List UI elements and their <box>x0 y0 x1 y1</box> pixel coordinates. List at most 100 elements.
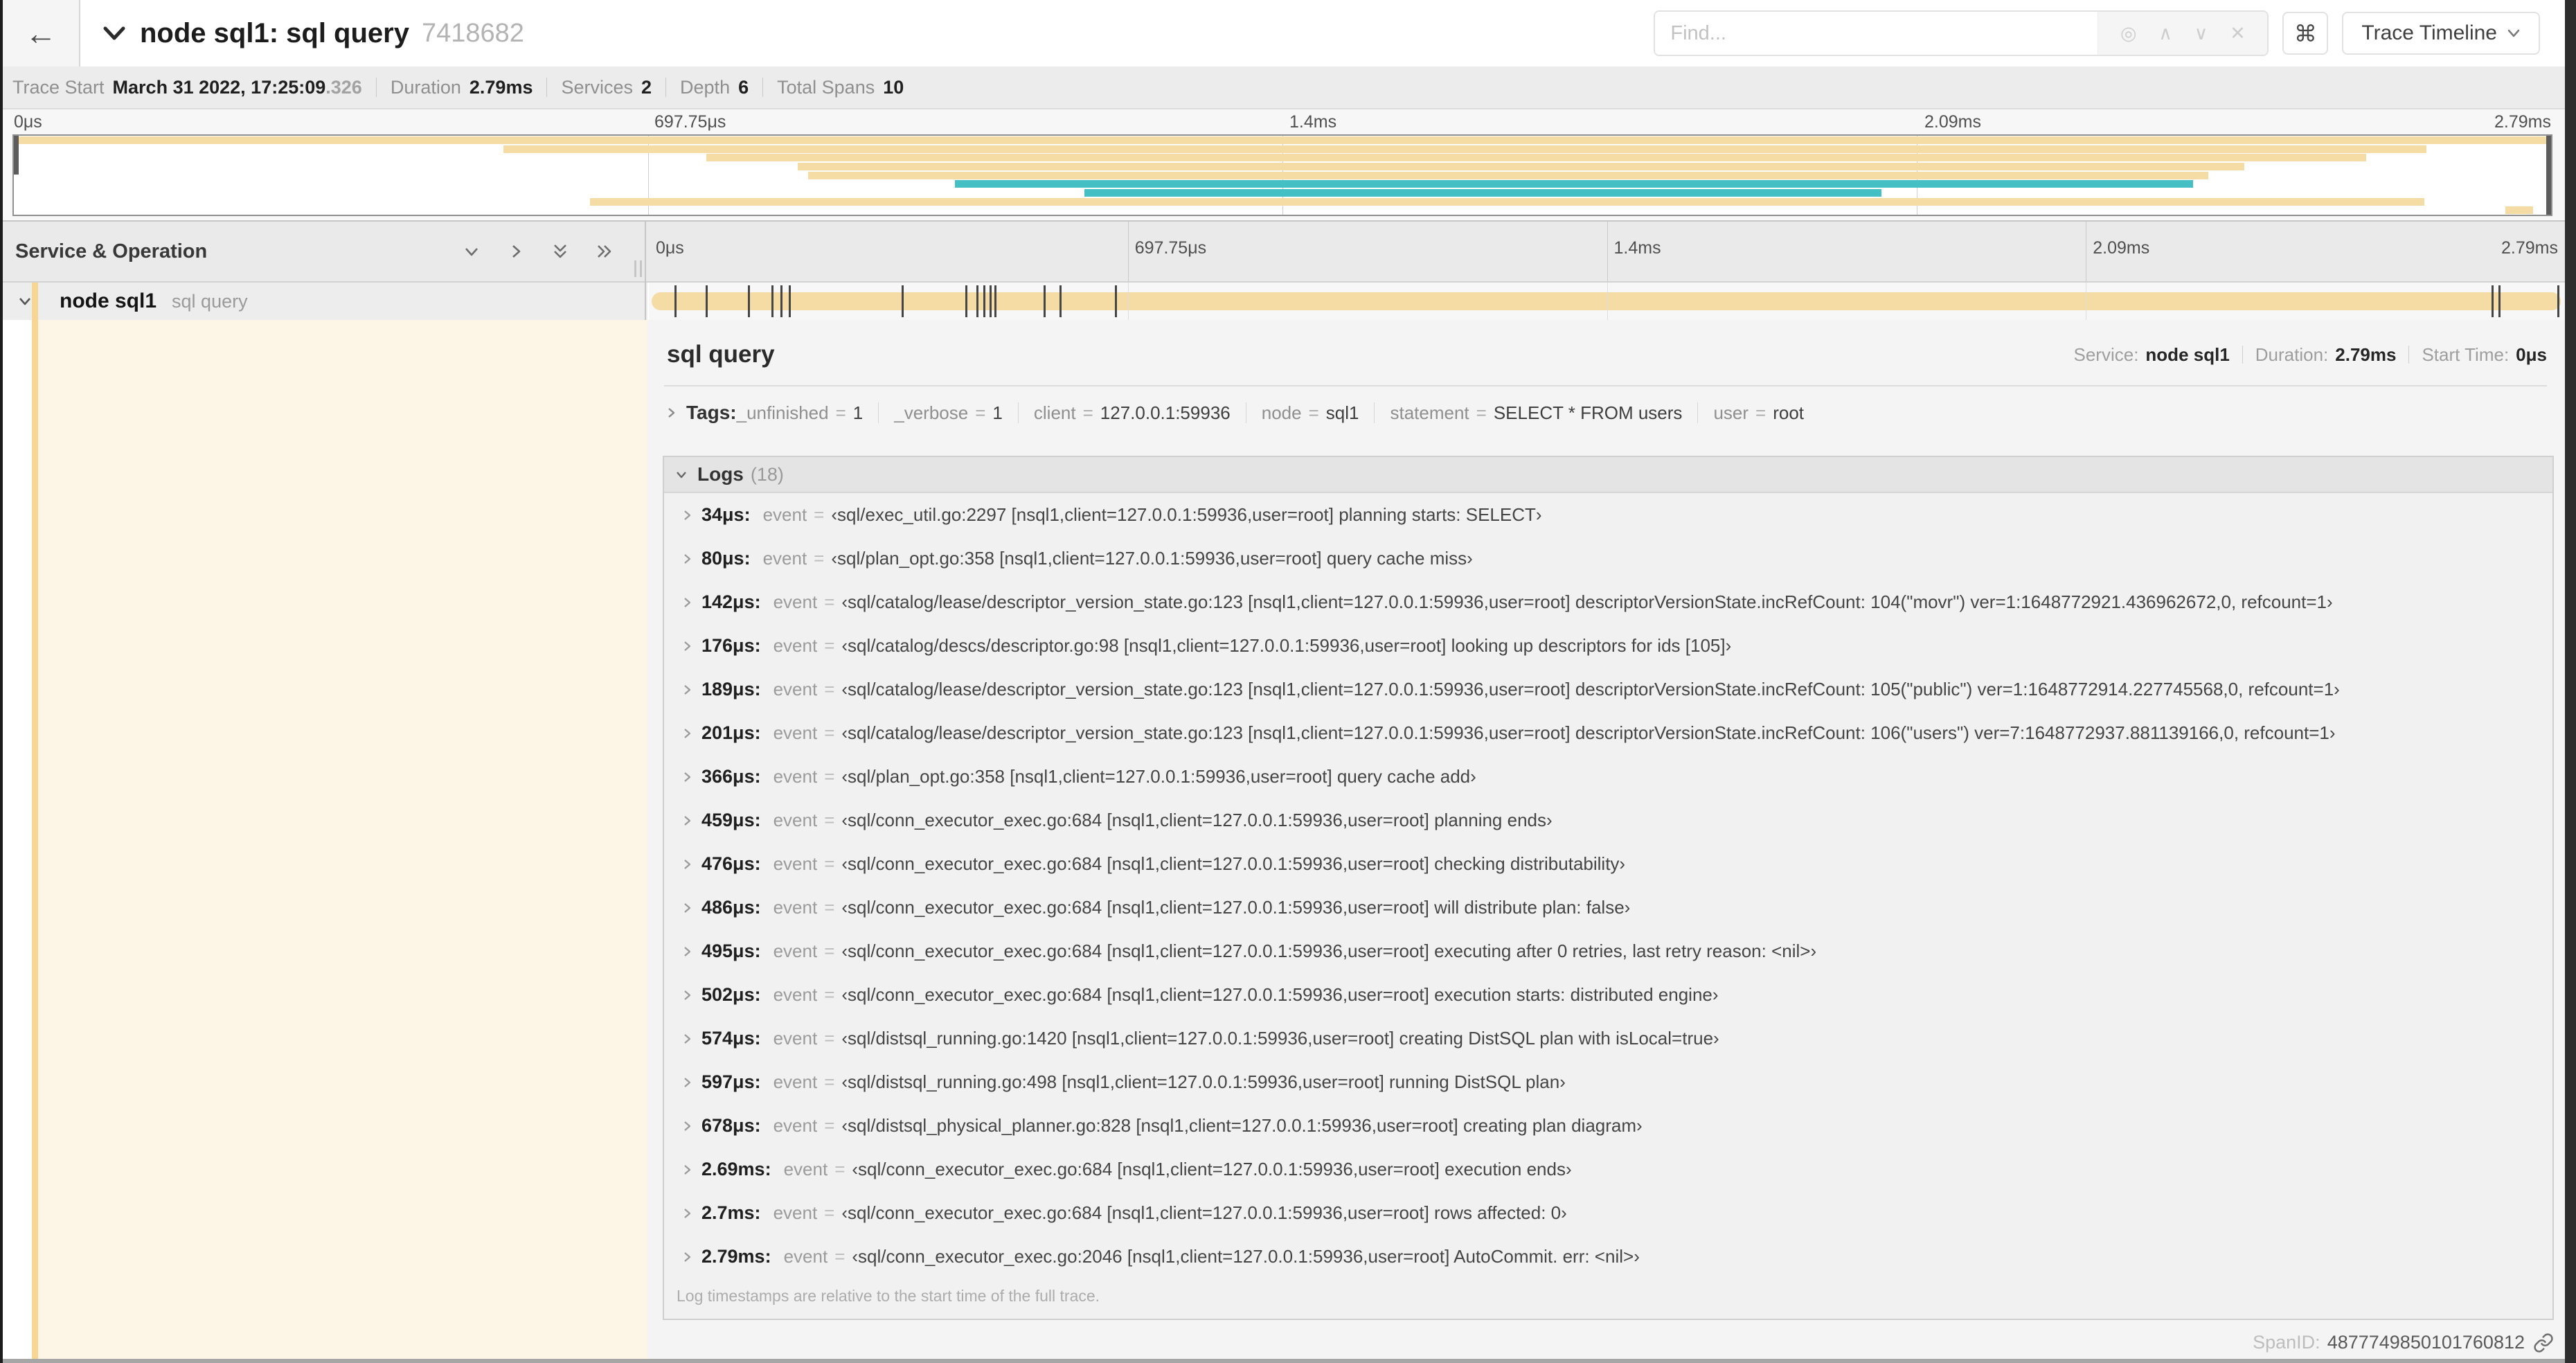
expand-one-chevron-right-icon[interactable] <box>505 240 527 262</box>
find-match-case-icon[interactable]: ◎ <box>2120 24 2137 43</box>
summary-value: 10 <box>883 76 904 98</box>
log-row[interactable]: 201μs: event = ‹sql/catalog/lease/descripto… <box>664 711 2552 755</box>
find-next-icon[interactable]: ∨ <box>2194 24 2208 43</box>
log-row[interactable]: 597μs: event = ‹sql/distsql_running.go:498 … <box>664 1060 2552 1104</box>
minimap-span-bar <box>2505 206 2534 215</box>
tag-separator <box>878 402 879 423</box>
tag-item: statement = SELECT * FROM users <box>1390 402 1682 424</box>
time-tick-label: 0μs <box>14 112 42 132</box>
log-equals: = <box>824 722 835 743</box>
log-field-key: event <box>783 1246 828 1267</box>
find-prev-icon[interactable]: ∧ <box>2158 24 2172 43</box>
chevron-right-icon <box>684 1164 691 1175</box>
minimap-right-scrubber-handle[interactable] <box>2546 136 2551 215</box>
tag-separator <box>1017 402 1019 423</box>
log-field-key: event <box>773 941 818 961</box>
timeline-gridline <box>1127 283 1129 320</box>
log-marker-tick <box>780 285 782 317</box>
log-row[interactable]: 80μs: event = ‹sql/plan_opt.go:358 [nsql1,c… <box>664 537 2552 580</box>
log-marker-tick <box>706 285 708 317</box>
span-color-stripe <box>32 283 38 320</box>
log-row[interactable]: 574μs: event = ‹sql/distsql_running.go:1420… <box>664 1017 2552 1060</box>
tags-label: Tags: <box>686 402 737 423</box>
chevron-down-icon <box>103 26 125 40</box>
trace-view-selector[interactable]: Trace Timeline <box>2342 12 2540 55</box>
title-collapse-chevron[interactable] <box>101 23 127 44</box>
log-equals: = <box>824 984 835 1005</box>
log-field-value: ‹sql/distsql_running.go:498 [nsql1,clien… <box>841 1071 1566 1092</box>
log-row[interactable]: 34μs: event = ‹sql/exec_util.go:2297 [nsql1… <box>664 493 2552 537</box>
collapse-all-double-chevron-down-icon[interactable] <box>549 240 571 262</box>
chevron-right-icon <box>684 553 691 564</box>
chevron-right-icon <box>684 1077 691 1087</box>
log-equals: = <box>824 766 835 787</box>
log-row[interactable]: 142μs: event = ‹sql/catalog/lease/descripto… <box>664 580 2552 624</box>
column-resize-grip[interactable] <box>634 260 642 277</box>
log-timestamp: 2.7ms: <box>701 1202 761 1223</box>
detail-operation-title: sql query <box>667 341 775 368</box>
span-name-cell[interactable]: node sql1 sql query <box>3 283 647 320</box>
span-row[interactable]: node sql1 sql query <box>3 283 2565 320</box>
summary-label: Duration <box>390 76 461 98</box>
meta-value: 0μs <box>2516 344 2547 365</box>
span-duration-bar[interactable] <box>652 285 2561 317</box>
logs-section: Logs (18) 34μs: event = ‹sql/exec_util.go:2… <box>663 456 2554 1320</box>
service-operation-title: Service & Operation <box>15 240 208 262</box>
log-row[interactable]: 486μs: event = ‹sql/conn_executor_exec.go:6… <box>664 886 2552 929</box>
log-row[interactable]: 476μs: event = ‹sql/conn_executor_exec.go:6… <box>664 842 2552 886</box>
page-header: ← node sql1: sql query 7418682 ◎ ∧ ∨ ✕ ⌘ <box>3 0 2565 67</box>
chevron-right-icon <box>668 408 675 418</box>
logs-body: 34μs: event = ‹sql/exec_util.go:2297 [nsql1… <box>664 493 2552 1279</box>
deep-link-icon[interactable] <box>2533 1333 2554 1353</box>
span-timeline-track[interactable] <box>649 283 2565 320</box>
log-timestamp: 459μs: <box>701 810 761 830</box>
log-field-key: event <box>773 635 818 656</box>
tags-row[interactable]: Tags: _unfinished = 1 _verbose = 1 client = 127.… <box>664 402 2547 424</box>
minimap-canvas[interactable] <box>12 134 2552 216</box>
log-marker-tick <box>1059 285 1062 317</box>
log-row[interactable]: 189μs: event = ‹sql/catalog/lease/descripto… <box>664 668 2552 711</box>
log-timestamp: 366μs: <box>701 766 761 787</box>
log-row[interactable]: 2.79ms: event = ‹sql/conn_executor_exec.go:… <box>664 1235 2552 1279</box>
log-row[interactable]: 459μs: event = ‹sql/conn_executor_exec.go:6… <box>664 799 2552 842</box>
find-clear-icon[interactable]: ✕ <box>2230 24 2246 43</box>
tag-equals: = <box>1755 402 1766 423</box>
chevron-right-icon <box>684 815 691 826</box>
time-tick-label: 2.79ms <box>2494 112 2551 132</box>
back-button[interactable]: ← <box>3 0 80 66</box>
summary-separator <box>375 78 377 97</box>
detail-divider <box>664 385 2547 386</box>
minimap-time-labels: 0μs 697.75μs 1.4ms 2.09ms 2.79ms <box>12 112 2552 133</box>
summary-value: March 31 2022, 17:25:09 <box>112 76 326 98</box>
collapse-one-chevron-down-icon[interactable] <box>460 240 483 262</box>
log-row[interactable]: 366μs: event = ‹sql/plan_opt.go:358 [nsql1,… <box>664 755 2552 799</box>
log-row[interactable]: 678μs: event = ‹sql/distsql_physical_planne… <box>664 1104 2552 1148</box>
log-equals: = <box>824 897 835 918</box>
log-row[interactable]: 502μs: event = ‹sql/conn_executor_exec.go:6… <box>664 973 2552 1017</box>
meta-separator <box>2242 346 2243 364</box>
detail-left-gutter <box>3 320 32 1359</box>
summary-label: Depth <box>680 76 731 98</box>
chevron-right-icon <box>684 597 691 607</box>
expand-all-double-chevron-right-icon[interactable] <box>593 240 616 262</box>
logs-header[interactable]: Logs (18) <box>664 457 2552 493</box>
keyboard-shortcuts-button[interactable]: ⌘ <box>2282 12 2329 55</box>
find-input[interactable] <box>1655 12 2098 55</box>
log-row[interactable]: 2.7ms: event = ‹sql/conn_executor_exec.go:6… <box>664 1191 2552 1235</box>
tag-key: _verbose <box>894 402 969 423</box>
column-divider[interactable] <box>645 220 646 320</box>
chevron-right-icon <box>684 990 691 1000</box>
log-row[interactable]: 495μs: event = ‹sql/conn_executor_exec.go:6… <box>664 929 2552 973</box>
log-equals: = <box>824 853 835 874</box>
tag-separator <box>1374 402 1375 423</box>
log-equals: = <box>824 1071 835 1092</box>
log-row[interactable]: 2.69ms: event = ‹sql/conn_executor_exec.go:… <box>664 1148 2552 1191</box>
minimap-left-scrubber-handle[interactable] <box>14 136 19 175</box>
tag-equals: = <box>835 402 846 423</box>
log-timestamp: 34μs: <box>701 504 751 525</box>
detail-color-stripe <box>32 320 38 1359</box>
header-controls: ◎ ∧ ∨ ✕ ⌘ Trace Timeline <box>1654 10 2540 56</box>
service-operation-header: Service & Operation <box>3 222 647 281</box>
log-row[interactable]: 176μs: event = ‹sql/catalog/descs/descripto… <box>664 624 2552 668</box>
span-id-row: SpanID: 4877749850101760812 <box>2253 1332 2554 1353</box>
